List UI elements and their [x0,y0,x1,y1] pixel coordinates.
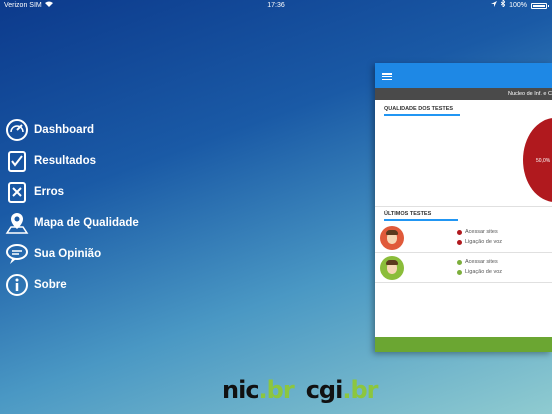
map-pin-icon [4,210,30,236]
menu-label: Sobre [34,278,67,291]
pie-label: 50,0% [536,158,551,164]
test-label: Acessar sites [465,259,498,265]
app-preview-panel[interactable]: Nucleo de Inf. e C QUALIDADE DOS TESTES … [375,63,552,352]
divider [375,206,552,207]
avatar [380,256,404,280]
dashboard-icon [4,117,30,143]
battery-percent: 100% [509,2,527,9]
menu-item-feedback[interactable]: Sua Opinião [4,238,139,269]
recent-section-title: ÚLTIMOS TESTES [384,211,432,217]
status-bar: Verizon SIM 17:36 100% [0,0,552,12]
nic-br-logo: nic.br [222,376,295,404]
app-title-bar: Nucleo de Inf. e C [375,88,552,100]
bluetooth-icon [500,0,506,12]
results-icon [4,148,30,174]
quality-section: QUALIDADE DOS TESTES 50,0% [375,106,552,206]
battery-icon [531,3,549,9]
test-label: Acessar sites [465,229,498,235]
section-underline [384,114,460,116]
quality-section-title: QUALIDADE DOS TESTES [384,106,454,112]
menu-item-about[interactable]: Sobre [4,269,139,300]
chat-icon [4,241,30,267]
menu-item-quality-map[interactable]: Mapa de Qualidade [4,207,139,238]
hamburger-menu-icon[interactable] [382,73,392,81]
recent-tests-section: ÚLTIMOS TESTES Acessar sites Ligação de … [375,211,552,283]
test-label: Ligação de voz [465,269,502,275]
menu-label: Resultados [34,154,96,167]
menu-label: Mapa de Qualidade [34,216,139,229]
status-dot [457,229,462,235]
app-toolbar [375,63,552,88]
test-row[interactable]: Acessar sites Ligação de voz [375,223,552,253]
menu-item-dashboard[interactable]: Dashboard [4,114,139,145]
status-dot [457,239,462,245]
menu-label: Erros [34,185,65,198]
section-underline [384,219,458,221]
side-menu: Dashboard Resultados Erros Mapa de Quali… [4,114,139,300]
sponsor-logos: nic.br cgi.br [222,376,379,404]
status-dot [457,259,462,265]
menu-label: Sua Opinião [34,247,102,260]
info-icon [4,272,30,298]
location-icon [491,0,498,12]
errors-icon [4,179,30,205]
menu-label: Dashboard [34,123,95,136]
cgi-br-logo: cgi.br [305,376,379,404]
menu-item-errors[interactable]: Erros [4,176,139,207]
app-bottom-bar [375,337,552,352]
clock: 17:36 [267,2,285,9]
avatar [380,226,404,250]
status-dot [457,269,462,275]
test-row[interactable]: Acessar sites Ligação de voz [375,253,552,283]
menu-item-results[interactable]: Resultados [4,145,139,176]
test-label: Ligação de voz [465,239,502,245]
